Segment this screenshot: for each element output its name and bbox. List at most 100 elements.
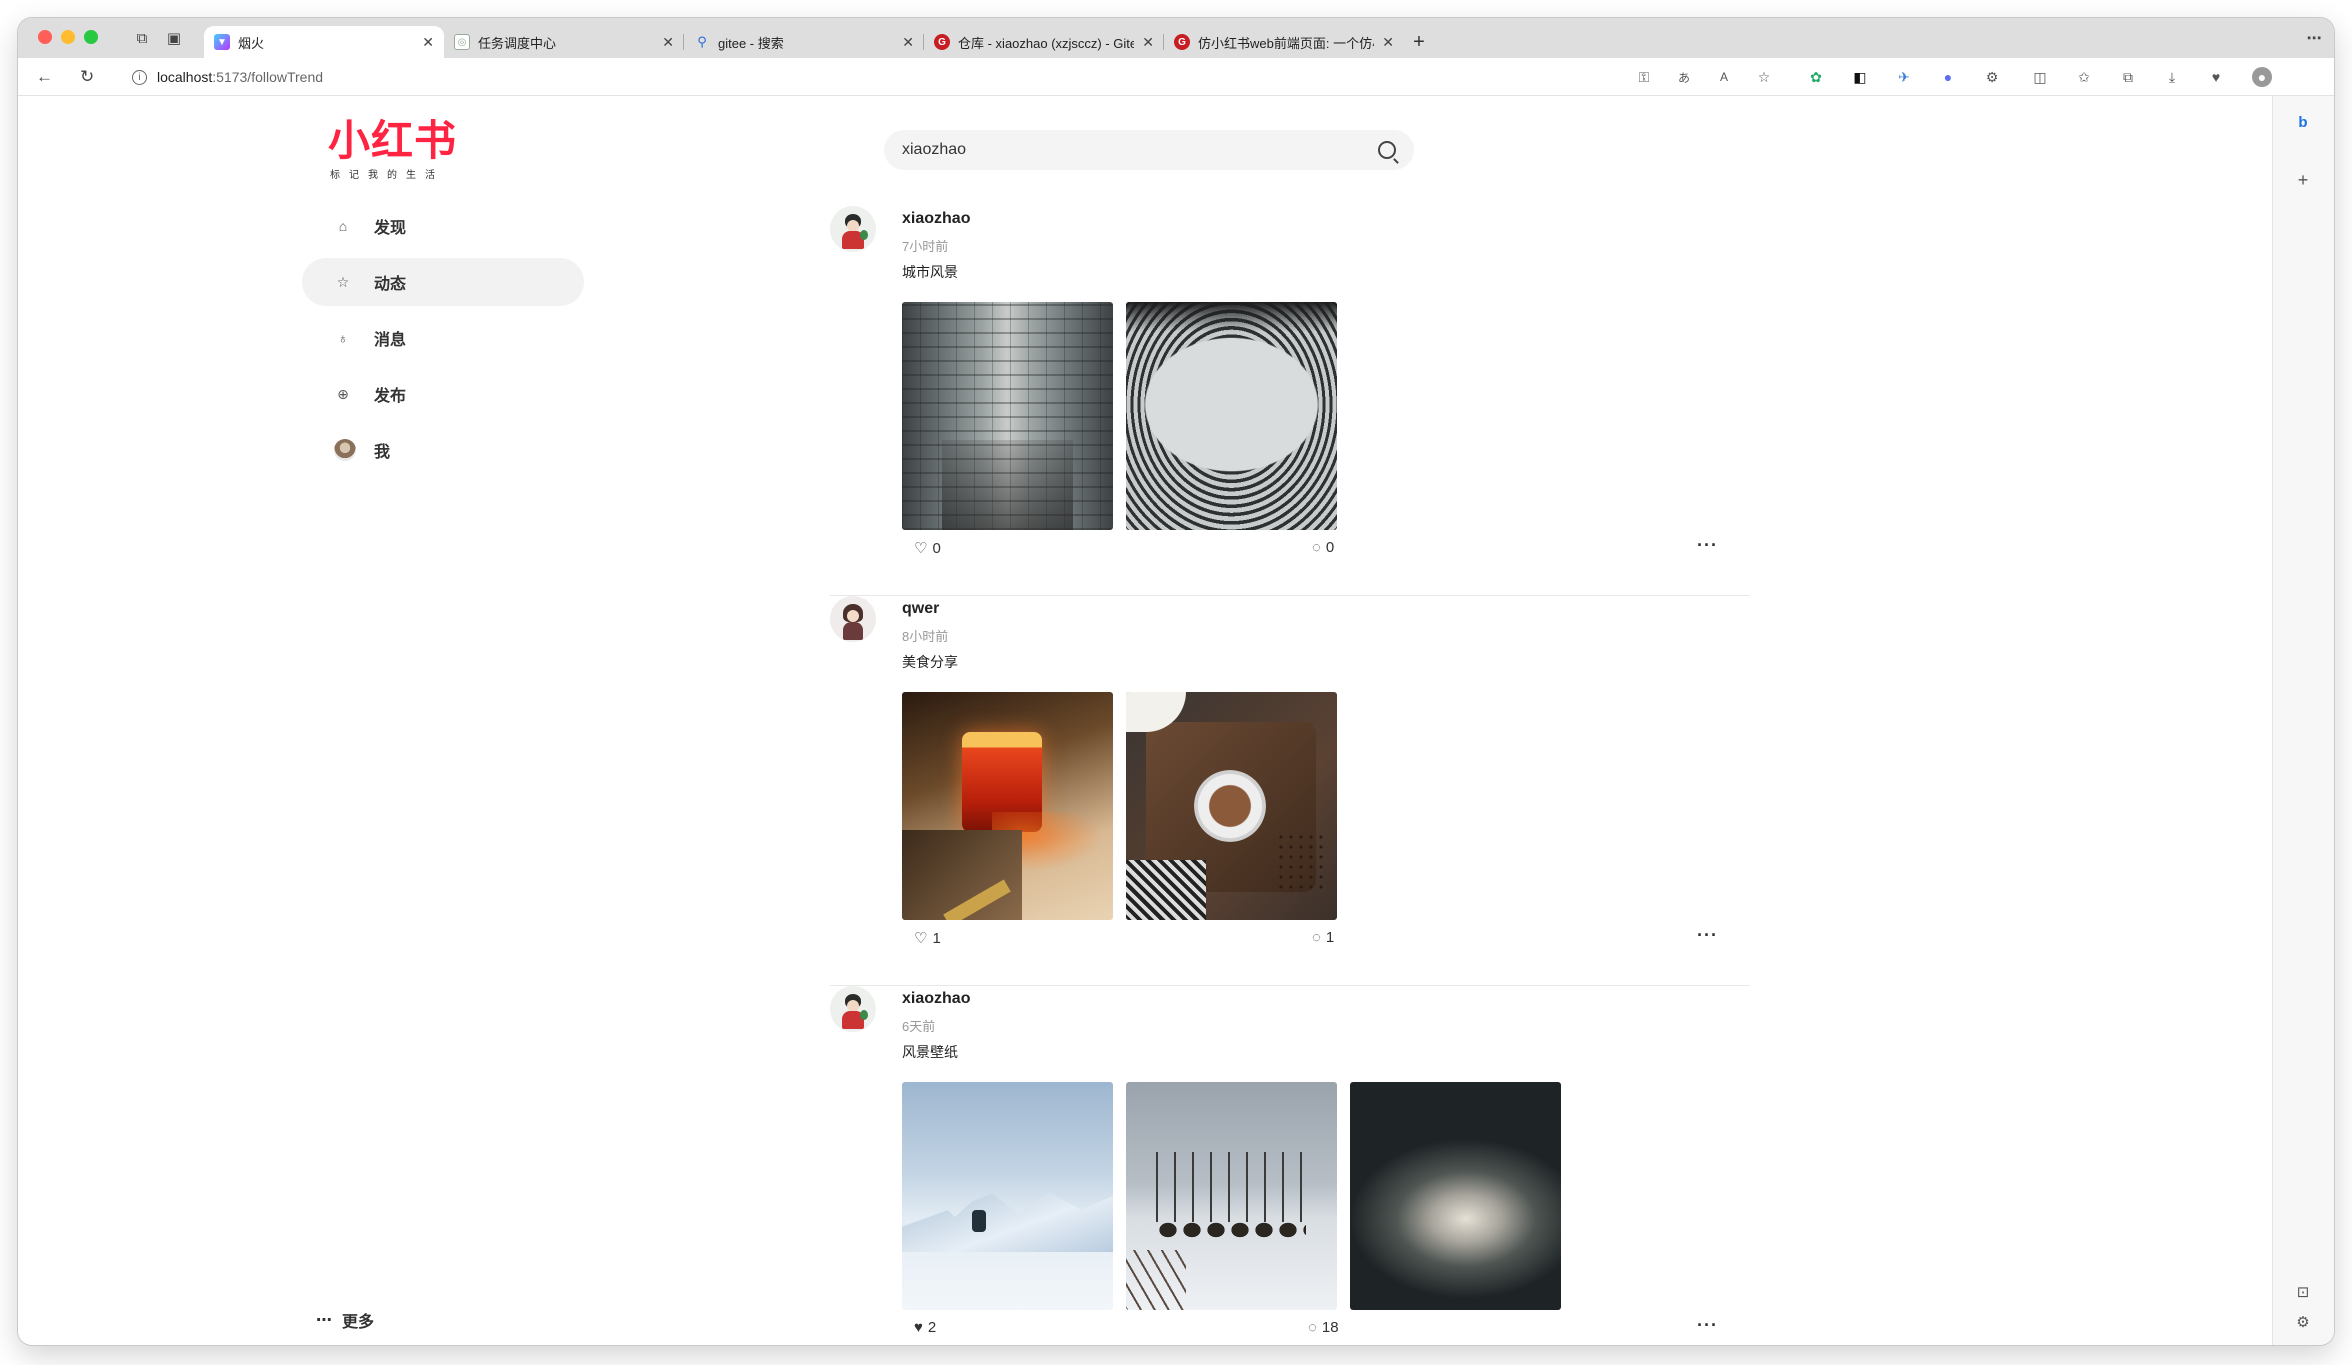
nav-label: 发现: [374, 220, 407, 237]
comment-button[interactable]: ◌ 1: [1312, 929, 1334, 946]
nav-item-messages[interactable]: ♁ 消息: [302, 314, 584, 362]
comment-icon: ◌: [1312, 929, 1321, 946]
close-tab-icon[interactable]: ✕: [1382, 34, 1394, 51]
post-time: 7小时前: [902, 239, 949, 254]
post-stats: ♡ 1 ◌ 1 ···: [914, 925, 1740, 949]
split-screen-icon[interactable]: ◫: [2030, 67, 2050, 87]
post-image[interactable]: [1126, 302, 1337, 530]
user-avatar[interactable]: [830, 986, 876, 1032]
tab-strip: ⧉ ▣ ▼ 烟火 ✕ ◎ 任务调度中心 ✕ ⚲ gitee - 搜索 ✕ G 仓…: [18, 18, 2334, 58]
workspaces-icon[interactable]: ⧉: [132, 28, 152, 48]
avatar-icon: [334, 439, 356, 461]
tab-title: 烟火: [238, 35, 265, 51]
like-count: 1: [932, 929, 941, 947]
user-avatar[interactable]: [830, 596, 876, 642]
tab-4[interactable]: G 仿小红书web前端页面: 一个仿小红书 ✕: [1164, 26, 1404, 58]
extension-icon[interactable]: ◧: [1850, 67, 1870, 87]
heart-filled-icon: ♥: [914, 1319, 923, 1336]
read-aloud-icon[interactable]: A: [1714, 67, 1734, 87]
settings-icon[interactable]: ⚙: [2291, 1310, 2315, 1334]
performance-icon[interactable]: ♥: [2206, 67, 2226, 87]
search-icon[interactable]: [1378, 141, 1396, 159]
extensions-puzzle-icon[interactable]: ⚙: [1982, 67, 2002, 87]
more-options-icon[interactable]: ⋯: [2304, 28, 2324, 48]
back-icon[interactable]: ←: [36, 67, 53, 87]
post-images: [902, 1082, 1561, 1310]
collections-icon[interactable]: ⧉: [2118, 67, 2138, 87]
favorites-icon[interactable]: ✩: [2074, 67, 2094, 87]
nav-item-following-feed[interactable]: ☆ 动态: [302, 258, 584, 306]
logo-tagline: 标记我的生活: [330, 170, 444, 181]
key-icon[interactable]: ⚿: [1634, 67, 1654, 87]
post-image[interactable]: [1350, 1082, 1561, 1310]
nav-item-me[interactable]: 我: [302, 426, 584, 474]
extension-icon[interactable]: ●: [1938, 67, 1958, 87]
reload-icon[interactable]: ↻: [80, 67, 94, 87]
nav-item-discover[interactable]: ⌂ 发现: [302, 202, 584, 250]
downloads-icon[interactable]: ⤓: [2162, 67, 2182, 87]
post-username[interactable]: xiaozhao: [902, 990, 970, 1008]
tab-title: gitee - 搜索: [718, 35, 784, 51]
profile-avatar-icon[interactable]: ●: [2252, 67, 2272, 87]
post-image[interactable]: [1126, 692, 1337, 920]
logo-text: 小红书: [328, 116, 458, 165]
tab-1[interactable]: ◎ 任务调度中心 ✕: [444, 26, 684, 58]
bing-icon[interactable]: b: [2291, 110, 2315, 134]
user-avatar[interactable]: [830, 206, 876, 252]
maximize-window-button[interactable]: [84, 30, 98, 44]
close-tab-icon[interactable]: ✕: [422, 34, 434, 51]
plus-circle-icon: ⊕: [337, 385, 349, 402]
feed-post: qwer 8小时前 美食分享 ♡ 1 ◌ 1 ···: [830, 596, 1750, 986]
add-icon[interactable]: +: [2291, 168, 2315, 192]
post-image[interactable]: [902, 302, 1113, 530]
post-more-icon[interactable]: ···: [1697, 535, 1718, 556]
ellipsis-icon: ⋯: [316, 1312, 332, 1329]
post-username[interactable]: qwer: [902, 600, 939, 618]
gitee-icon: G: [934, 34, 950, 50]
tab-2[interactable]: ⚲ gitee - 搜索 ✕: [684, 26, 924, 58]
minimize-window-button[interactable]: [61, 30, 75, 44]
close-window-button[interactable]: [38, 30, 52, 44]
extension-icon[interactable]: ✈: [1894, 67, 1914, 87]
search-input[interactable]: xiaozhao: [884, 130, 1414, 170]
post-more-icon[interactable]: ···: [1697, 1315, 1718, 1336]
window-controls: [38, 30, 98, 44]
post-image[interactable]: [902, 1082, 1113, 1310]
tab-title: 仿小红书web前端页面: 一个仿小红书: [1198, 35, 1374, 51]
favorite-star-icon[interactable]: ☆: [1754, 67, 1774, 87]
post-image[interactable]: [1126, 1082, 1337, 1310]
site-info-icon[interactable]: i: [132, 69, 147, 85]
close-tab-icon[interactable]: ✕: [662, 34, 674, 51]
translate-icon[interactable]: あ: [1674, 67, 1694, 87]
close-tab-icon[interactable]: ✕: [902, 34, 914, 51]
comment-button[interactable]: ◌ 18: [1308, 1319, 1339, 1336]
nav-item-publish[interactable]: ⊕ 发布: [302, 370, 584, 418]
more-menu-button[interactable]: ⋯ 更多: [316, 1308, 374, 1332]
feed-post: xiaozhao 7小时前 城市风景 ♡ 0 ◌ 0 ···: [830, 206, 1750, 596]
tab-actions-icon[interactable]: ▣: [164, 28, 184, 48]
address-bar-row: ← ↻ i localhost:5173/followTrend ⚿ あ A ☆…: [18, 58, 2334, 96]
post-description: 美食分享: [902, 654, 958, 670]
app-logo[interactable]: 小红书 标记我的生活: [328, 116, 468, 182]
comment-button[interactable]: ◌ 0: [1312, 539, 1334, 556]
tab-3[interactable]: G 仓库 - xiaozhao (xzjsccz) - Gitee ✕: [924, 26, 1164, 58]
screenshot-icon[interactable]: ⊡: [2291, 1280, 2315, 1304]
post-images: [902, 302, 1337, 530]
star-icon: ☆: [336, 273, 350, 290]
url-path: :5173/followTrend: [212, 69, 324, 85]
post-more-icon[interactable]: ···: [1697, 925, 1718, 946]
post-username[interactable]: xiaozhao: [902, 210, 970, 228]
like-button[interactable]: ♡ 1: [914, 929, 941, 948]
extension-icon[interactable]: ✿: [1806, 67, 1826, 87]
tab-0[interactable]: ▼ 烟火 ✕: [204, 26, 444, 58]
address-bar[interactable]: i localhost:5173/followTrend: [118, 62, 1790, 92]
new-tab-button[interactable]: +: [1404, 26, 1434, 58]
browser-sidebar: b + ⊡ ⚙: [2272, 96, 2334, 1345]
like-button[interactable]: ♡ 0: [914, 539, 941, 558]
like-button[interactable]: ♥ 2: [914, 1319, 936, 1336]
tab-title: 仓库 - xiaozhao (xzjsccz) - Gitee: [958, 35, 1135, 51]
side-nav: ⌂ 发现 ☆ 动态 ♁ 消息 ⊕ 发布 我: [302, 202, 584, 482]
post-image[interactable]: [902, 692, 1113, 920]
close-tab-icon[interactable]: ✕: [1142, 34, 1154, 51]
gitee-icon: G: [1174, 34, 1190, 50]
